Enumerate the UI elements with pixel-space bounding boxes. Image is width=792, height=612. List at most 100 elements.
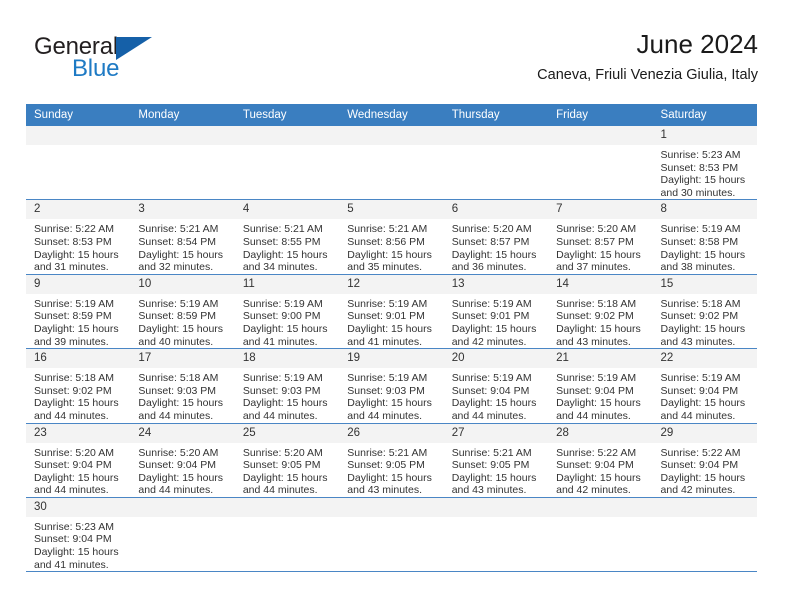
day-details: Sunrise: 5:23 AM Sunset: 8:53 PM Daylight:… xyxy=(653,146,757,199)
day-number: 28 xyxy=(548,423,653,444)
weekday-header-thursday: Thursday xyxy=(443,104,549,126)
calendar-day-cell[interactable]: 14 Sunrise: 5:18 AM Sunset: 9:02 PM Dayligh… xyxy=(548,274,653,350)
calendar-cell-empty[interactable] xyxy=(548,497,653,573)
calendar-cell-empty[interactable] xyxy=(26,126,131,201)
calendar-day-cell[interactable]: 23 Sunrise: 5:20 AM Sunset: 9:04 PM Dayligh… xyxy=(26,423,131,498)
calendar-page: General Blue June 2024 Caneva, Friuli Ve… xyxy=(0,0,792,612)
calendar-day-cell[interactable]: 15 Sunrise: 5:18 AM Sunset: 9:02 PM Dayligh… xyxy=(652,274,757,350)
daylight-text: Daylight: 15 hours xyxy=(138,397,224,410)
calendar-day-cell[interactable]: 1 Sunrise: 5:23 AM Sunset: 8:53 PM Daylight… xyxy=(652,126,757,201)
day-details: Sunrise: 5:21 AM Sunset: 8:55 PM Daylight:… xyxy=(235,220,339,273)
sunrise-text: Sunrise: 5:19 AM xyxy=(451,297,532,310)
day-details: Sunrise: 5:19 AM Sunset: 9:01 PM Daylight:… xyxy=(444,295,548,348)
daylight-text-cont: and 44 minutes. xyxy=(138,484,214,497)
calendar-day-cell[interactable]: 5 Sunrise: 5:21 AM Sunset: 8:56 PM Daylight… xyxy=(339,199,444,275)
day-details: Sunrise: 5:23 AM Sunset: 9:04 PM Daylight:… xyxy=(26,518,130,571)
daylight-text-cont: and 43 minutes. xyxy=(556,335,631,348)
calendar-day-cell[interactable]: 17 Sunrise: 5:18 AM Sunset: 9:03 PM Dayligh… xyxy=(130,348,235,424)
day-number xyxy=(234,497,340,518)
sunset-text: Sunset: 8:57 PM xyxy=(556,235,634,248)
calendar-cell-empty[interactable] xyxy=(652,497,757,573)
daylight-text-cont: and 44 minutes. xyxy=(451,409,527,422)
daylight-text-cont: and 44 minutes. xyxy=(34,484,109,497)
calendar-day-cell[interactable]: 12 Sunrise: 5:19 AM Sunset: 9:01 PM Dayligh… xyxy=(339,274,444,350)
calendar-day-cell[interactable]: 16 Sunrise: 5:18 AM Sunset: 9:02 PM Dayligh… xyxy=(26,348,131,424)
calendar-cell-empty[interactable] xyxy=(234,126,340,201)
calendar-day-cell[interactable]: 24 Sunrise: 5:20 AM Sunset: 9:04 PM Dayligh… xyxy=(130,423,235,498)
daylight-text: Daylight: 15 hours xyxy=(451,397,537,410)
day-number: 12 xyxy=(339,274,444,295)
calendar-day-cell[interactable]: 29 Sunrise: 5:22 AM Sunset: 9:04 PM Dayligh… xyxy=(652,423,757,498)
sunrise-text: Sunrise: 5:20 AM xyxy=(138,446,219,459)
calendar-day-cell[interactable]: 18 Sunrise: 5:19 AM Sunset: 9:03 PM Dayligh… xyxy=(234,348,340,424)
calendar-cell-empty[interactable] xyxy=(339,497,444,573)
daylight-text-cont: and 41 minutes. xyxy=(34,558,109,571)
day-number: 9 xyxy=(26,274,131,295)
calendar-day-cell[interactable]: 2 Sunrise: 5:22 AM Sunset: 8:53 PM Daylight… xyxy=(26,199,131,275)
day-details: Sunrise: 5:19 AM Sunset: 8:59 PM Daylight:… xyxy=(130,295,234,348)
daylight-text: Daylight: 15 hours xyxy=(556,397,641,410)
daylight-text: Daylight: 15 hours xyxy=(34,397,119,410)
day-number: 2 xyxy=(26,200,131,221)
day-details: Sunrise: 5:19 AM Sunset: 9:03 PM Daylight:… xyxy=(235,369,339,422)
sunrise-text: Sunrise: 5:18 AM xyxy=(138,372,219,385)
calendar-day-cell[interactable]: 27 Sunrise: 5:21 AM Sunset: 9:05 PM Dayligh… xyxy=(443,423,549,498)
calendar-day-cell[interactable]: 25 Sunrise: 5:20 AM Sunset: 9:05 PM Dayligh… xyxy=(234,423,340,498)
sunset-text: Sunset: 8:53 PM xyxy=(34,235,112,248)
day-number: 7 xyxy=(548,200,653,221)
calendar-day-cell[interactable]: 8 Sunrise: 5:19 AM Sunset: 8:58 PM Daylight… xyxy=(652,199,757,275)
calendar-day-cell[interactable]: 30 Sunrise: 5:23 AM Sunset: 9:04 PM Dayligh… xyxy=(26,497,131,573)
daylight-text: Daylight: 15 hours xyxy=(138,322,224,335)
calendar-day-cell[interactable]: 4 Sunrise: 5:21 AM Sunset: 8:55 PM Daylight… xyxy=(234,199,340,275)
day-number: 1 xyxy=(652,126,757,146)
daylight-text-cont: and 42 minutes. xyxy=(660,484,736,497)
sunrise-text: Sunrise: 5:19 AM xyxy=(347,297,428,310)
daylight-text: Daylight: 15 hours xyxy=(138,471,224,484)
calendar-cell-empty[interactable] xyxy=(443,126,549,201)
calendar-cell-empty[interactable] xyxy=(234,497,340,573)
calendar-day-cell[interactable]: 6 Sunrise: 5:20 AM Sunset: 8:57 PM Daylight… xyxy=(443,199,549,275)
sunset-text: Sunset: 8:54 PM xyxy=(138,235,217,248)
calendar-cell-empty[interactable] xyxy=(443,497,549,573)
calendar-day-cell[interactable]: 26 Sunrise: 5:21 AM Sunset: 9:05 PM Dayligh… xyxy=(339,423,444,498)
calendar-day-cell[interactable]: 28 Sunrise: 5:22 AM Sunset: 9:04 PM Dayligh… xyxy=(548,423,653,498)
sunset-text: Sunset: 9:04 PM xyxy=(138,459,217,472)
day-number: 25 xyxy=(234,423,340,444)
calendar-day-cell[interactable]: 11 Sunrise: 5:19 AM Sunset: 9:00 PM Dayligh… xyxy=(234,274,340,350)
calendar-day-cell[interactable]: 9 Sunrise: 5:19 AM Sunset: 8:59 PM Daylight… xyxy=(26,274,131,350)
calendar-day-cell[interactable]: 20 Sunrise: 5:19 AM Sunset: 9:04 PM Dayligh… xyxy=(443,348,549,424)
daylight-text-cont: and 35 minutes. xyxy=(347,261,422,274)
title-block: June 2024 Caneva, Friuli Venezia Giulia,… xyxy=(537,28,758,84)
day-number xyxy=(652,497,757,518)
calendar-cell-empty[interactable] xyxy=(130,497,235,573)
daylight-text: Daylight: 15 hours xyxy=(556,471,641,484)
daylight-text: Daylight: 15 hours xyxy=(242,397,328,410)
sunrise-text: Sunrise: 5:21 AM xyxy=(347,223,428,236)
day-details: Sunrise: 5:18 AM Sunset: 9:03 PM Daylight:… xyxy=(130,369,234,422)
calendar-day-cell[interactable]: 3 Sunrise: 5:21 AM Sunset: 8:54 PM Daylight… xyxy=(130,199,235,275)
calendar-day-cell[interactable]: 22 Sunrise: 5:19 AM Sunset: 9:04 PM Dayligh… xyxy=(652,348,757,424)
sunrise-text: Sunrise: 5:22 AM xyxy=(660,446,741,459)
daylight-text-cont: and 44 minutes. xyxy=(138,409,214,422)
daylight-text: Daylight: 15 hours xyxy=(242,248,328,261)
day-details: Sunrise: 5:20 AM Sunset: 9:05 PM Daylight:… xyxy=(235,444,339,497)
calendar-day-cell[interactable]: 10 Sunrise: 5:19 AM Sunset: 8:59 PM Dayligh… xyxy=(130,274,235,350)
sunrise-text: Sunrise: 5:19 AM xyxy=(556,372,637,385)
calendar-day-cell[interactable]: 7 Sunrise: 5:20 AM Sunset: 8:57 PM Daylight… xyxy=(548,199,653,275)
calendar-cell-empty[interactable] xyxy=(548,126,653,201)
day-number: 3 xyxy=(130,200,235,221)
day-details: Sunrise: 5:22 AM Sunset: 9:04 PM Daylight:… xyxy=(653,444,757,497)
calendar-week-row: 9 Sunrise: 5:19 AM Sunset: 8:59 PM Daylight… xyxy=(26,274,757,350)
calendar-day-cell[interactable]: 19 Sunrise: 5:19 AM Sunset: 9:03 PM Dayligh… xyxy=(339,348,444,424)
daylight-text-cont: and 38 minutes. xyxy=(660,261,736,274)
sunrise-text: Sunrise: 5:19 AM xyxy=(451,372,532,385)
calendar-cell-empty[interactable] xyxy=(339,126,444,201)
daylight-text-cont: and 44 minutes. xyxy=(242,484,318,497)
logo-text-blue: Blue xyxy=(72,55,120,82)
calendar-cell-empty[interactable] xyxy=(130,126,235,201)
calendar-day-cell[interactable]: 21 Sunrise: 5:19 AM Sunset: 9:04 PM Dayligh… xyxy=(548,348,653,424)
general-blue-logo[interactable]: General Blue xyxy=(34,34,234,92)
day-number: 4 xyxy=(234,200,340,221)
sunset-text: Sunset: 9:02 PM xyxy=(556,310,634,323)
calendar-day-cell[interactable]: 13 Sunrise: 5:19 AM Sunset: 9:01 PM Dayligh… xyxy=(443,274,549,350)
